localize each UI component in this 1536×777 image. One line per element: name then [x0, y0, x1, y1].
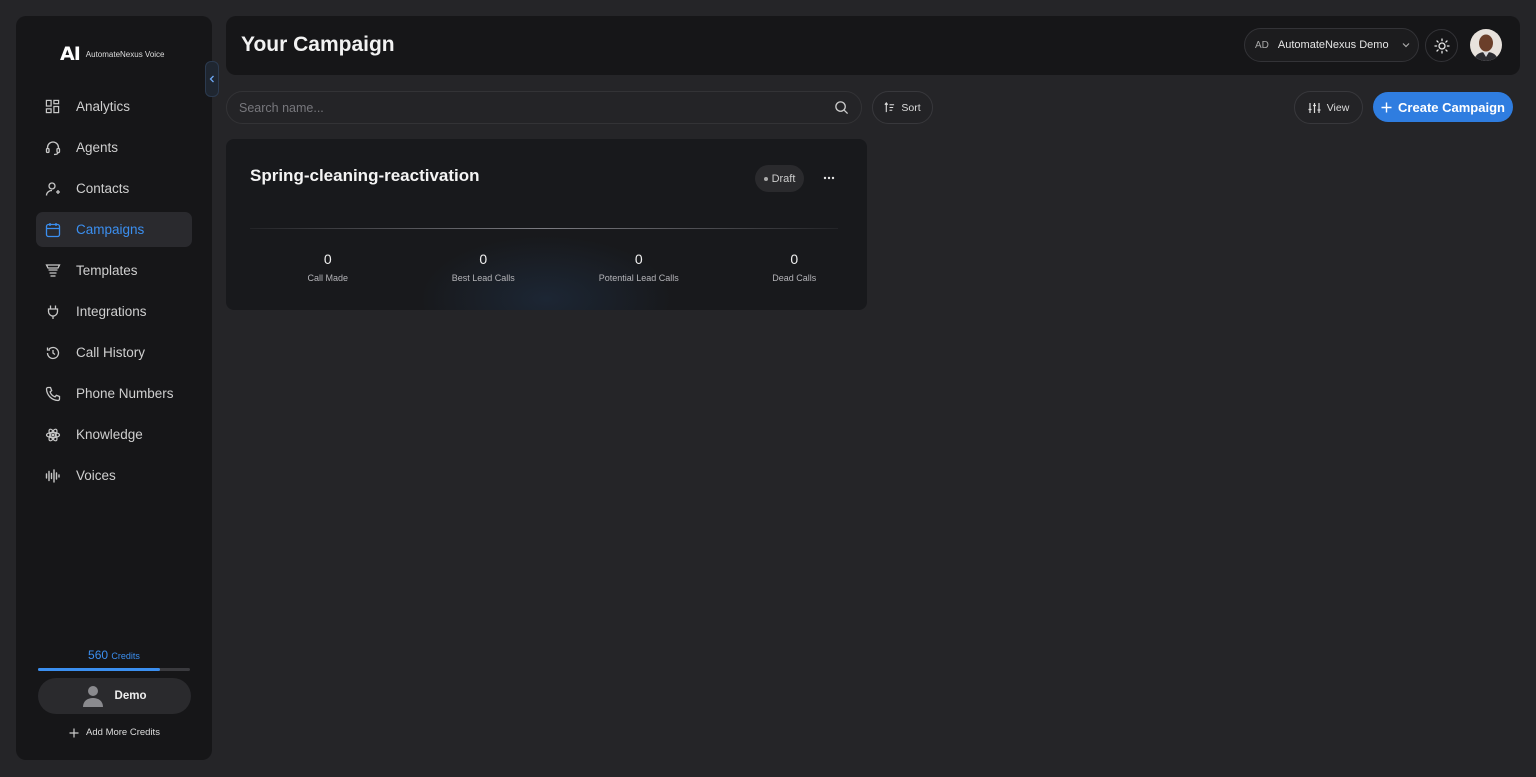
stat-label: Potential Lead Calls: [598, 273, 679, 283]
sidebar-item-analytics[interactable]: Analytics: [36, 89, 192, 124]
phone-icon: [44, 385, 61, 402]
sidebar-item-label: Campaigns: [76, 222, 145, 237]
status-label: Draft: [771, 172, 796, 185]
sidebar-item-label: Templates: [76, 263, 138, 278]
stat-potential-lead-calls: 0 Potential Lead Calls: [561, 251, 717, 283]
logo-mark: AI: [60, 43, 81, 65]
sidebar-item-label: Agents: [76, 140, 119, 155]
search-icon[interactable]: [834, 100, 849, 115]
sidebar-item-label: Phone Numbers: [76, 386, 174, 401]
calendar-icon: [44, 221, 61, 238]
stat-dead-calls: 0 Dead Calls: [717, 251, 868, 283]
org-switcher[interactable]: AD AutomateNexus Demo: [1244, 28, 1419, 62]
sidebar-item-phone-numbers[interactable]: Phone Numbers: [36, 376, 192, 411]
chevron-left-icon: [209, 75, 215, 83]
sidebar-item-label: Analytics: [76, 99, 131, 114]
status-badge: Draft: [755, 165, 804, 192]
sort-button[interactable]: Sort: [872, 91, 933, 124]
view-label: View: [1326, 101, 1350, 114]
stat-label: Call Made: [307, 273, 349, 283]
stat-value: 0: [479, 251, 488, 267]
org-name: AutomateNexus Demo: [1277, 39, 1389, 51]
sidebar-item-campaigns[interactable]: Campaigns: [36, 212, 192, 247]
sidebar-collapse-button[interactable]: [205, 61, 219, 97]
sidebar-item-label: Call History: [76, 345, 146, 360]
credits-amount: 560: [88, 648, 109, 662]
sidebar-item-label: Integrations: [76, 304, 147, 319]
sliders-icon: [1308, 102, 1321, 114]
user-avatar-icon: [82, 685, 103, 707]
card-divider: [250, 228, 838, 229]
user-name: Demo: [114, 690, 147, 702]
campaign-name: Spring-cleaning-reactivation: [250, 166, 480, 185]
sidebar-item-label: Voices: [76, 468, 116, 483]
chevron-down-icon: [1402, 42, 1410, 48]
sun-icon: [1433, 37, 1450, 54]
campaign-card[interactable]: Spring-cleaning-reactivation Draft 0 Cal…: [226, 139, 867, 310]
create-campaign-button[interactable]: Create Campaign: [1373, 92, 1513, 122]
plug-icon: [44, 303, 61, 320]
org-initials: AD: [1255, 39, 1269, 51]
stat-best-lead-calls: 0 Best Lead Calls: [406, 251, 562, 283]
sidebar-item-agents[interactable]: Agents: [36, 130, 192, 165]
credits-progress-track: [38, 668, 190, 671]
credits-unit: Credits: [111, 651, 140, 661]
user-menu-button[interactable]: Demo: [38, 678, 191, 714]
user-icon: [44, 180, 61, 197]
sidebar-item-call-history[interactable]: Call History: [36, 335, 192, 370]
sidebar-item-contacts[interactable]: Contacts: [36, 171, 192, 206]
atom-icon: [44, 426, 61, 443]
status-dot: [763, 176, 768, 181]
credits-meter: 560 Credits: [38, 648, 190, 671]
more-options-button[interactable]: [820, 169, 838, 187]
sort-icon: [884, 102, 895, 113]
stat-calls-made: 0 Call Made: [250, 251, 406, 283]
sort-label: Sort: [901, 101, 921, 114]
stat-label: Dead Calls: [772, 273, 817, 283]
ellipsis-icon: [823, 176, 835, 180]
waveform-icon: [44, 467, 61, 484]
sidebar-item-integrations[interactable]: Integrations: [36, 294, 192, 329]
headset-icon: [44, 139, 61, 156]
add-credits-button[interactable]: Add More Credits: [38, 727, 191, 738]
stat-value: 0: [790, 251, 799, 267]
stat-label: Best Lead Calls: [451, 273, 515, 283]
plus-icon: [69, 728, 79, 738]
search-input[interactable]: [239, 100, 834, 115]
stat-value: 0: [323, 251, 332, 267]
theme-toggle-button[interactable]: [1425, 29, 1458, 62]
grid-icon: [44, 98, 61, 115]
stat-value: 0: [634, 251, 643, 267]
sidebar-item-knowledge[interactable]: Knowledge: [36, 417, 192, 452]
brand-name: AutomateNexus Voice: [85, 49, 165, 59]
sidebar-item-label: Contacts: [76, 181, 130, 196]
campaign-stats: 0 Call Made 0 Best Lead Calls 0 Potentia…: [250, 251, 867, 283]
top-header: Your Campaign AD AutomateNexus Demo: [226, 16, 1520, 75]
funnel-icon: [44, 262, 61, 279]
profile-avatar[interactable]: [1470, 29, 1502, 61]
sidebar-item-templates[interactable]: Templates: [36, 253, 192, 288]
sidebar-item-voices[interactable]: Voices: [36, 458, 192, 493]
sidebar: AI AutomateNexus Voice Analytics Agents …: [16, 16, 212, 760]
sidebar-nav: Analytics Agents Contacts Campaigns Temp…: [36, 89, 192, 499]
brand-logo[interactable]: AI AutomateNexus Voice: [60, 43, 165, 65]
plus-icon: [1381, 102, 1392, 113]
add-credits-label: Add More Credits: [86, 727, 160, 738]
sidebar-item-label: Knowledge: [76, 427, 143, 442]
history-icon: [44, 344, 61, 361]
view-button[interactable]: View: [1294, 91, 1363, 124]
search-bar: [226, 91, 862, 124]
credits-progress-fill: [38, 668, 160, 671]
page-title: Your Campaign: [241, 33, 395, 56]
create-campaign-label: Create Campaign: [1398, 99, 1505, 115]
